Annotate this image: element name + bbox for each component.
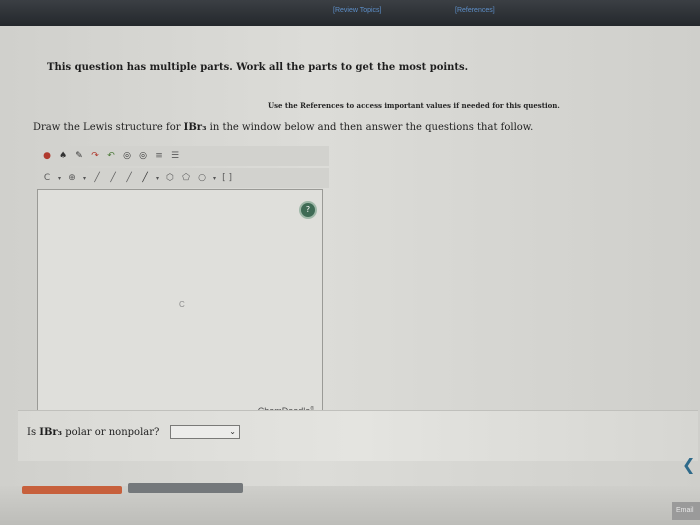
bottom-action-bar <box>0 483 700 525</box>
question-prompt: Draw the Lewis structure for IBr₃ in the… <box>33 122 533 133</box>
submit-answer-button[interactable] <box>22 486 122 494</box>
references-note: Use the References to access important v… <box>268 101 560 110</box>
prompt-before: Draw the Lewis structure for <box>33 122 184 133</box>
top-bar: [Review Topics] [References] <box>0 0 700 26</box>
prompt-after: in the window below and then answer the … <box>206 122 534 133</box>
pencil-icon[interactable]: ✎ <box>74 151 84 161</box>
editor-toolbar-primary: ● ♠ ✎ ↷ ↶ ◎ ◎ ≡ ☰ <box>38 146 329 166</box>
previous-arrow-icon[interactable]: ❮ <box>682 455 696 474</box>
q-before: Is <box>27 427 40 438</box>
email-tab[interactable]: Email <box>672 502 700 520</box>
move-icon[interactable]: ♠ <box>58 151 68 161</box>
polarity-question-label: Is IBr₃ polar or nonpolar? <box>27 427 159 438</box>
undo-icon[interactable]: ↶ <box>106 151 116 161</box>
chevron-down-icon[interactable]: ▾ <box>58 175 61 182</box>
zoom-in-icon[interactable]: ◎ <box>122 151 132 161</box>
eraser-icon[interactable]: ● <box>42 151 52 161</box>
clean-icon[interactable]: ≡ <box>154 151 164 161</box>
ring-hexagon-icon[interactable]: ⬡ <box>165 173 175 183</box>
template-icon[interactable]: ☰ <box>170 151 180 161</box>
editor-toolbar-secondary: C ▾ ⊕ ▾ ╱ ╱ ╱ ╱ ▾ ⬡ ⬠ ○ ▾ [ ] <box>38 168 329 188</box>
review-topics-link[interactable]: [Review Topics] <box>333 7 382 14</box>
q-formula: IBr₃ <box>39 427 63 438</box>
wedge-bond-icon[interactable]: ╱ <box>140 173 150 183</box>
ring-pentagon-icon[interactable]: ⬠ <box>181 173 191 183</box>
chevron-down-icon[interactable]: ▾ <box>83 175 86 182</box>
bracket-icon[interactable]: [ ] <box>222 173 232 183</box>
prompt-formula: IBr₃ <box>183 122 207 133</box>
chevron-down-icon[interactable]: ▾ <box>156 175 159 182</box>
atom-carbon-icon[interactable]: C <box>42 173 52 183</box>
help-icon[interactable]: ? <box>301 203 315 217</box>
zoom-out-icon[interactable]: ◎ <box>138 151 148 161</box>
references-link[interactable]: [References] <box>455 7 495 14</box>
chevron-down-icon: ⌄ <box>229 427 236 436</box>
chevron-down-icon[interactable]: ▾ <box>213 175 216 182</box>
q-after: polar or nonpolar? <box>62 427 160 438</box>
ring-circle-icon[interactable]: ○ <box>197 173 207 183</box>
try-another-version-button[interactable] <box>128 483 243 493</box>
redo-icon[interactable]: ↷ <box>90 151 100 161</box>
polarity-question: Is IBr₃ polar or nonpolar? ⌄ <box>18 410 698 461</box>
charge-icon[interactable]: ⊕ <box>67 173 77 183</box>
polarity-select[interactable]: ⌄ <box>170 425 240 439</box>
canvas-atom-label: C <box>179 300 185 309</box>
double-bond-icon[interactable]: ╱ <box>108 173 118 183</box>
lewis-drawing-canvas[interactable]: ? C ChemDoodle® <box>37 189 323 421</box>
triple-bond-icon[interactable]: ╱ <box>124 173 134 183</box>
intro-text: This question has multiple parts. Work a… <box>47 62 469 73</box>
single-bond-icon[interactable]: ╱ <box>92 173 102 183</box>
